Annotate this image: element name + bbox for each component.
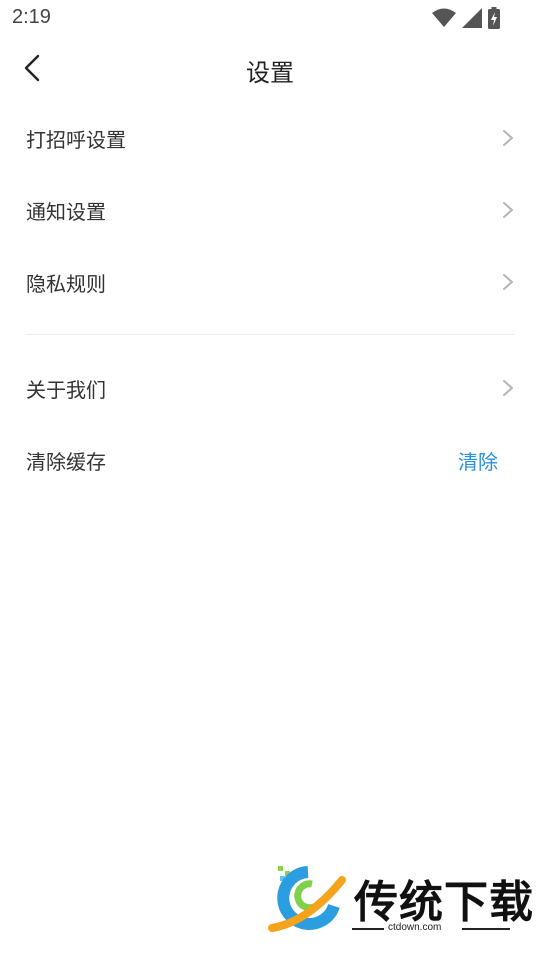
setting-label: 通知设置: [26, 199, 106, 224]
setting-about[interactable]: 关于我们: [0, 352, 540, 424]
watermark-rule: [462, 928, 510, 930]
setting-greeting[interactable]: 打招呼设置: [0, 102, 540, 174]
status-icons: [432, 7, 500, 29]
divider: [26, 334, 515, 335]
chevron-right-icon: [503, 202, 513, 218]
settings-list: 打招呼设置 通知设置 隐私规则 关于我们 清除缓存 清除: [0, 102, 540, 496]
setting-privacy[interactable]: 隐私规则: [0, 246, 540, 318]
battery-charging-icon: [488, 7, 500, 29]
watermark-url: ctdown.com: [388, 922, 442, 933]
watermark-name: 传统下载: [354, 877, 534, 928]
watermark-logo-icon: [268, 866, 346, 932]
watermark: 传统下载 ctdown.com: [268, 862, 533, 938]
setting-clear-cache: 清除缓存 清除: [0, 424, 540, 496]
header: 设置: [0, 40, 540, 96]
chevron-right-icon: [503, 380, 513, 396]
setting-label: 打招呼设置: [26, 127, 126, 152]
chevron-right-icon: [503, 130, 513, 146]
clear-cache-button[interactable]: 清除: [458, 446, 498, 475]
setting-label: 关于我们: [26, 377, 106, 402]
cell-signal-icon: [462, 8, 482, 28]
wifi-icon: [432, 8, 456, 28]
page-title: 设置: [246, 59, 294, 87]
setting-label: 隐私规则: [26, 271, 106, 296]
status-time: 2:19: [12, 6, 51, 28]
setting-notification[interactable]: 通知设置: [0, 174, 540, 246]
setting-label: 清除缓存: [26, 449, 106, 474]
status-bar: 2:19: [0, 0, 540, 36]
watermark-rule: [352, 928, 384, 930]
chevron-right-icon: [503, 274, 513, 290]
